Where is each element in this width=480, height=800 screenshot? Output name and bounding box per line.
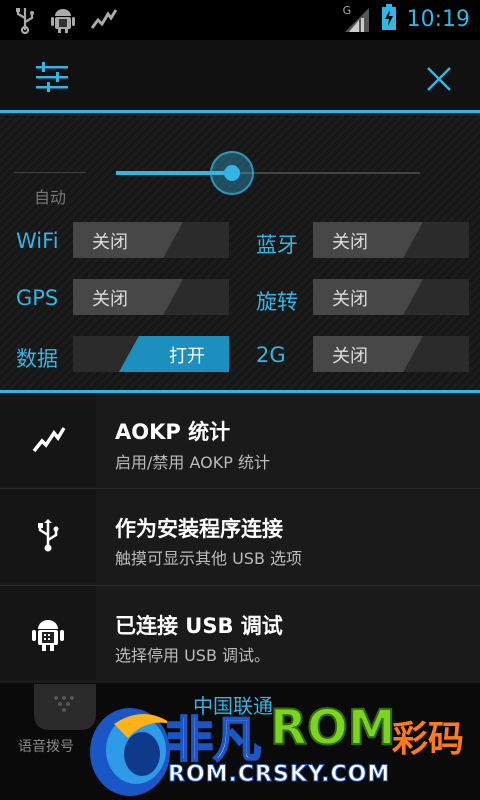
notification-title: AOKP 统计 [115, 420, 231, 444]
toggle-wifi-label: WiFi [16, 229, 59, 253]
notification-aokp-stats[interactable]: AOKP 统计 启用/禁用 AOKP 统计 [0, 393, 480, 487]
battery-charging-icon [381, 4, 397, 34]
notification-usb-installer[interactable]: 作为安装程序连接 触摸可显示其他 USB 选项 [0, 489, 480, 583]
toggle-rotation-label: 旋转 [256, 290, 298, 314]
toggle-gps-switch[interactable]: 关闭 [73, 279, 229, 315]
brightness-divider [14, 172, 86, 173]
toggle-2g-label: 2G [256, 343, 286, 367]
toggle-gps-state: 关闭 [92, 289, 128, 310]
watermark-brand-right: 彩码 [392, 719, 465, 760]
activity-graph-icon [90, 8, 118, 36]
notification-usb-debugging[interactable]: 已连接 USB 调试 选择停用 USB 调试。 [0, 586, 480, 680]
usb-icon [14, 6, 36, 38]
watermark-url: ROM.CRSKY.COM [167, 762, 391, 788]
toggle-wifi-state: 关闭 [92, 232, 128, 253]
notification-subtitle: 选择停用 USB 调试。 [115, 646, 271, 665]
notification-title: 已连接 USB 调试 [115, 614, 283, 638]
toggle-data-switch[interactable]: 打开 [73, 336, 229, 372]
toggle-2g-state: 关闭 [332, 346, 368, 367]
notification-subtitle: 启用/禁用 AOKP 统计 [115, 453, 270, 472]
notification-header [0, 40, 480, 112]
close-icon[interactable] [426, 66, 452, 96]
toggle-rotation-state: 关闭 [332, 289, 368, 310]
toggle-rotation-switch[interactable]: 关闭 [313, 279, 469, 315]
watermark-brand-rom: ROM [269, 699, 397, 757]
watermark-logo-icon [84, 694, 176, 800]
activity-graph-icon [32, 425, 66, 459]
toggle-2g-switch[interactable]: 关闭 [313, 336, 469, 372]
clock: 10:19 [406, 6, 470, 32]
toggle-bluetooth-label: 蓝牙 [256, 233, 298, 257]
brightness-slider-thumb[interactable] [224, 165, 240, 181]
sliders-icon[interactable] [36, 62, 68, 96]
toggle-gps-label: GPS [16, 286, 59, 310]
voice-dialer-label[interactable]: 语音拨号 [18, 736, 74, 756]
toggle-wifi-switch[interactable]: 关闭 [73, 222, 229, 258]
toggle-bluetooth-state: 关闭 [332, 232, 368, 253]
android-debug-icon [31, 616, 65, 656]
toggle-bluetooth-switch[interactable]: 关闭 [313, 222, 469, 258]
notification-title: 作为安装程序连接 [115, 517, 283, 541]
signal-icon: G [343, 4, 371, 32]
status-bar: G 10:19 [0, 0, 480, 40]
toggle-data-label: 数据 [16, 347, 58, 371]
toggle-data-state: 打开 [169, 346, 205, 367]
brightness-auto-label[interactable]: 自动 [34, 184, 66, 208]
android-debug-icon [50, 6, 76, 38]
notification-subtitle: 触摸可显示其他 USB 选项 [115, 549, 303, 568]
usb-icon [36, 519, 60, 557]
watermark-brand-cn: 非凡 [164, 711, 262, 769]
